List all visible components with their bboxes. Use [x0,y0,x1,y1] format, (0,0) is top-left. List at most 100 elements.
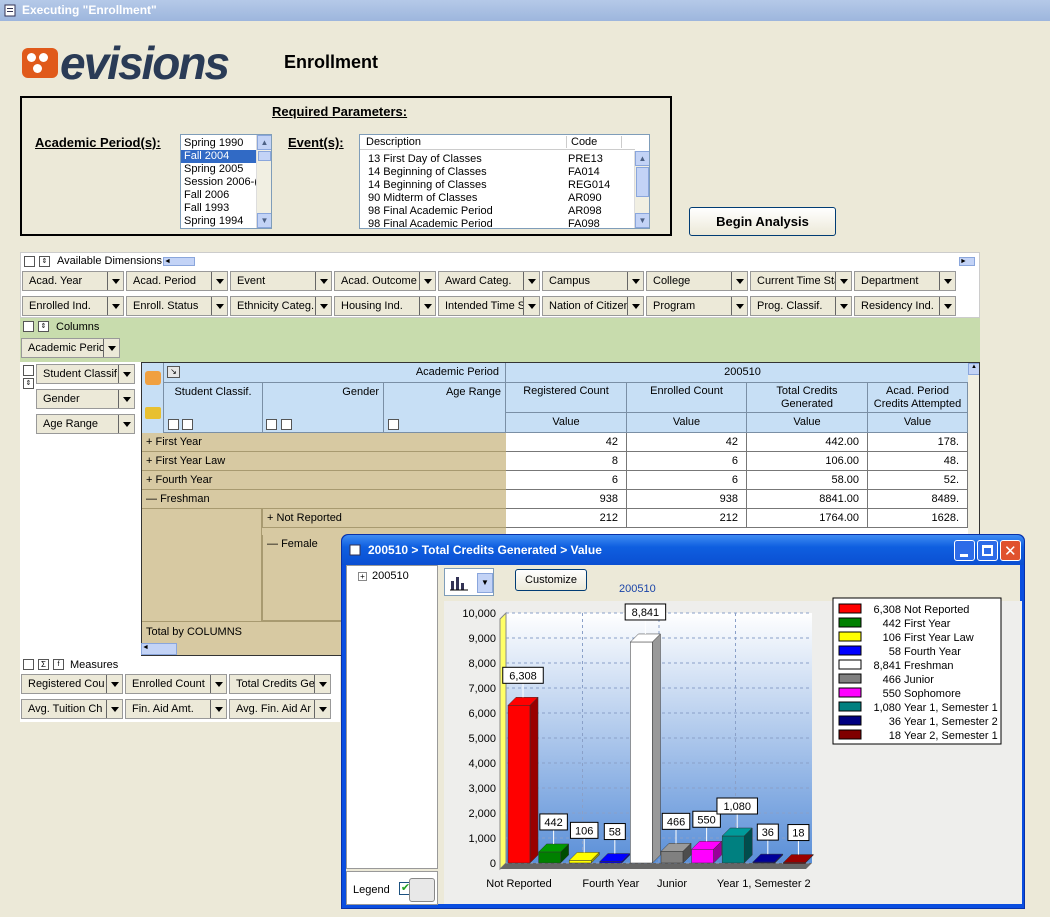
value-cell[interactable]: 6 [627,471,747,490]
value-cell[interactable]: 8489. [868,490,968,509]
dimension-event[interactable]: Event [230,271,332,291]
chevron-down-icon[interactable] [210,700,226,718]
value-cell[interactable]: 6 [627,452,747,471]
chevron-down-icon[interactable] [107,272,123,290]
bar-sophomore[interactable] [691,849,714,864]
chevron-down-icon[interactable] [419,272,435,290]
collapse-icon[interactable] [23,659,34,670]
customize-button[interactable]: Customize [515,569,587,591]
chevron-down-icon[interactable] [107,297,123,315]
expand-icon[interactable] [182,419,193,430]
row-not-reported[interactable]: + Not Reported [262,509,506,528]
sort-icon[interactable]: ⇕ [38,321,49,332]
value-cell[interactable]: 938 [506,490,627,509]
event-option[interactable]: 14 Beginning of Classes REG014 [360,179,635,192]
dimension-current-time-sta[interactable]: Current Time Sta [750,271,852,291]
value-cell[interactable]: 42 [506,433,627,452]
academic-period-listbox[interactable]: Spring 1990 Fall 2004 Spring 2005 Session 2… [180,134,272,229]
chevron-down-icon[interactable] [211,272,227,290]
chevron-down-icon[interactable] [523,297,539,315]
event-option[interactable]: 14 Beginning of Classes FA014 [360,166,635,179]
chevron-down-icon[interactable] [939,297,955,315]
tree-item-200510[interactable]: 200510 [372,570,409,582]
chevron-down-icon[interactable]: ▼ [477,573,493,593]
chevron-down-icon[interactable] [523,272,539,290]
row-expand-icon[interactable]: — [146,493,157,505]
dim-scroll-left-icon[interactable]: ◄ [163,257,195,266]
measure-header-registered-count[interactable]: Registered Count [506,383,627,413]
value-cell[interactable]: 58.00 [747,471,868,490]
scroll-down-icon[interactable]: ▼ [635,213,649,228]
chevron-down-icon[interactable] [835,272,851,290]
event-option[interactable]: 98 Final Academic Period FA098 [360,218,635,228]
chart-type-selector[interactable]: ▼ [444,568,494,596]
column-dim-academic-period[interactable]: Academic Period [21,338,120,358]
grid-settings-icon[interactable] [145,371,161,385]
chevron-down-icon[interactable] [731,297,747,315]
chevron-down-icon[interactable] [210,675,226,693]
chevron-down-icon[interactable] [314,675,330,693]
event-scrollbar[interactable]: ▲ ▼ [634,151,649,228]
event-col-code[interactable]: Code [566,136,622,148]
begin-analysis-button[interactable]: Begin Analysis [689,207,836,236]
measure-avg-fin-aid-ar[interactable]: Avg. Fin. Aid Ar [229,699,331,719]
dimension-residency-ind[interactable]: Residency Ind. [854,296,956,316]
value-cell[interactable]: 6 [506,471,627,490]
chevron-down-icon[interactable] [315,272,331,290]
measure-avg-tuition-ch[interactable]: Avg. Tuition Ch [21,699,123,719]
event-option[interactable]: 90 Midterm of Classes AR090 [360,192,635,205]
measure-total-credits-ge[interactable]: Total Credits Ge [229,674,331,694]
value-cell[interactable]: 442.00 [747,433,868,452]
minimize-button[interactable] [954,540,975,561]
measure-header-enrolled-count[interactable]: Enrolled Count [627,383,747,413]
value-cell[interactable]: 52. [868,471,968,490]
chevron-down-icon[interactable] [118,390,134,408]
measure-registered-cou[interactable]: Registered Cou [21,674,123,694]
period-scrollbar[interactable]: ▲ ▼ [256,135,271,228]
row-expand-icon[interactable]: + [146,436,152,448]
dimension-enrolled-ind[interactable]: Enrolled Ind. [22,296,124,316]
sort-icon[interactable]: ⇕ [39,256,50,267]
maximize-button[interactable] [977,540,998,561]
measure-header-total-credits-generated[interactable]: Total Credits Generated [747,383,868,413]
collapse-icon[interactable] [266,419,277,430]
bar-junior[interactable] [660,851,684,864]
grid-key-icon[interactable] [145,407,161,419]
row-dimension-student-classif[interactable]: Student Classif. [36,364,135,384]
measure-header-acad-period-credits-attempted[interactable]: Acad. Period Credits Attempted [868,383,968,413]
row-first-year-law[interactable]: + First Year Law [142,452,506,471]
value-cell[interactable]: 1764.00 [747,509,868,528]
chevron-down-icon[interactable] [106,700,122,718]
row-dimension-gender[interactable]: Gender [36,389,135,409]
tree-expand-icon[interactable]: + [358,572,367,581]
chevron-down-icon[interactable] [627,297,643,315]
dimension-housing-ind[interactable]: Housing Ind. [334,296,436,316]
chevron-down-icon[interactable] [118,365,134,383]
measure-fin-aid-amt[interactable]: Fin. Aid Amt. [125,699,227,719]
dimension-acad-period[interactable]: Acad. Period [126,271,228,291]
expand-icon[interactable] [281,419,292,430]
dimension-acad-year[interactable]: Acad. Year [22,271,124,291]
chevron-down-icon[interactable] [835,297,851,315]
collapse-all-icon[interactable]: ↘ [167,366,180,378]
value-cell[interactable]: 48. [868,452,968,471]
scroll-up-icon[interactable]: ▲ [257,135,271,150]
chevron-down-icon[interactable] [627,272,643,290]
measure-enrolled-count[interactable]: Enrolled Count [125,674,227,694]
row-fourth-year[interactable]: + Fourth Year [142,471,506,490]
sort-icon[interactable]: ⇕ [23,378,34,389]
event-listbox[interactable]: Description Code 13 First Day of Classes… [359,134,650,229]
dimension-acad-outcome[interactable]: Acad. Outcome [334,271,436,291]
chevron-down-icon[interactable] [731,272,747,290]
value-cell[interactable]: 212 [627,509,747,528]
dimension-enroll-status[interactable]: Enroll. Status [126,296,228,316]
chart-window-title-bar[interactable]: 200510 > Total Credits Generated > Value [342,535,1024,565]
row-expand-icon[interactable]: + [146,455,152,467]
dimension-department[interactable]: Department [854,271,956,291]
event-option[interactable]: 98 Final Academic Period AR098 [360,205,635,218]
close-button[interactable]: ✕ [1000,540,1021,561]
dimension-campus[interactable]: Campus [542,271,644,291]
bar-not-reported[interactable] [507,705,531,864]
dimension-prog-classif[interactable]: Prog. Classif. [750,296,852,316]
bar-first-year-law[interactable] [568,860,592,864]
